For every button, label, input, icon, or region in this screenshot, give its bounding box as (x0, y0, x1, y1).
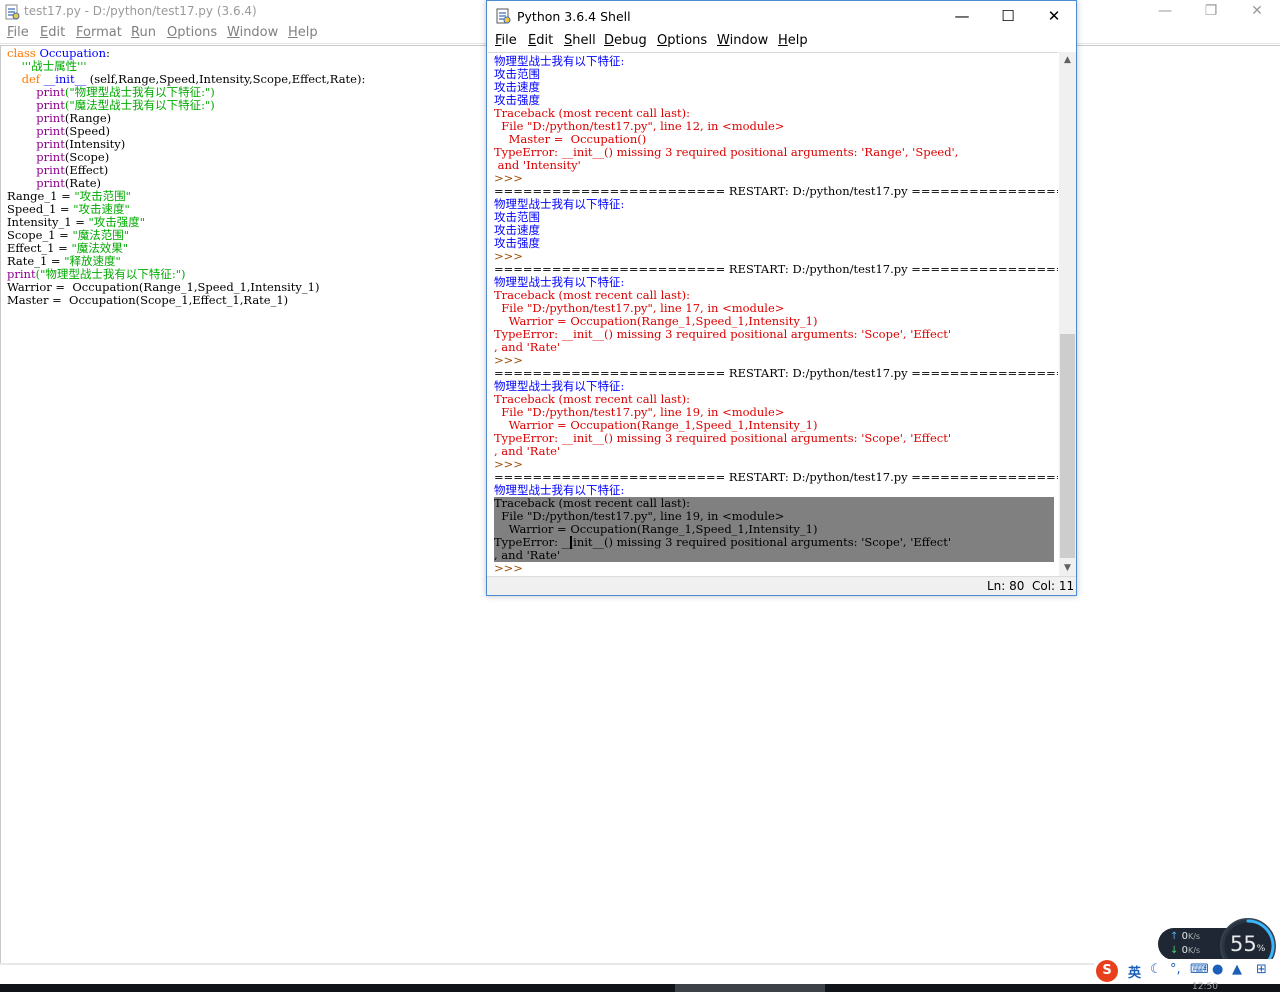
skin-shirt-icon[interactable]: ▲ (1232, 962, 1242, 977)
minimize-button[interactable]: — (939, 1, 985, 31)
keyboard-icon[interactable]: ⌨ (1190, 962, 1209, 977)
menu-shell[interactable]: Shell (564, 33, 596, 48)
menu-options[interactable]: Options (167, 25, 217, 40)
shell-output-line: TypeError: __init__() missing 3 required… (494, 327, 951, 341)
text-cursor (570, 536, 572, 549)
shell-title: Python 3.6.4 Shell (517, 9, 631, 24)
sogou-logo-icon[interactable]: S (1096, 960, 1118, 982)
menu-options[interactable]: Options (657, 33, 707, 48)
minimize-button[interactable]: — (1142, 0, 1188, 24)
shell-output-line: TypeError: __init__() missing 3 required… (494, 535, 951, 549)
scroll-down-icon[interactable]: ▼ (1059, 560, 1076, 576)
voice-icon[interactable]: ● (1212, 962, 1223, 977)
scrollbar-thumb[interactable] (1060, 334, 1075, 558)
ime-mode-label[interactable]: 英 (1128, 962, 1141, 981)
editor-title: test17.py - D:/python/test17.py (3.6.4) (24, 4, 257, 18)
network-speed-widget[interactable]: ↑ 0K/s ↓ 0K/s 55% (1158, 918, 1280, 974)
maximize-button[interactable]: ☐ (985, 1, 1031, 31)
column-number: Col: 11 (1032, 579, 1075, 593)
shell-vertical-scrollbar[interactable]: ▲ ▼ (1059, 52, 1076, 576)
menu-file[interactable]: File (495, 33, 517, 48)
menu-help[interactable]: Help (778, 33, 808, 48)
restore-button[interactable]: ❐ (1188, 0, 1234, 24)
menu-file[interactable]: File (7, 25, 29, 40)
toolbox-grid-icon[interactable]: ⊞ (1256, 962, 1267, 977)
shell-statusbar: Ln: 80 Col: 11 (487, 576, 1076, 595)
python-file-icon (5, 4, 20, 20)
upload-unit: K/s (1187, 932, 1201, 941)
code-line: Master = Occupation(Scope_1,Effect_1,Rat… (7, 293, 289, 307)
editor-horizontal-scrollbar[interactable] (0, 963, 1280, 965)
menu-help[interactable]: Help (288, 25, 318, 40)
close-button[interactable]: ✕ (1234, 0, 1280, 24)
menu-run[interactable]: Run (131, 25, 156, 40)
punctuation-icon[interactable]: °, (1170, 962, 1181, 977)
menu-format[interactable]: Format (76, 25, 122, 40)
ime-toolbar: S 英 ☾ °, ⌨ ● ▲ ⊞ (1094, 959, 1280, 983)
upload-speed: ↑ 0K/s (1170, 931, 1200, 942)
download-speed: ↓ 0K/s (1170, 945, 1200, 956)
half-width-moon-icon[interactable]: ☾ (1150, 962, 1162, 977)
taskbar-clock: 12:50 (1192, 982, 1218, 992)
taskbar-active-app[interactable] (675, 984, 825, 992)
menu-edit[interactable]: Edit (40, 25, 65, 40)
python-icon (496, 8, 511, 24)
line-number: Ln: 80 (987, 579, 1025, 593)
shell-window: Python 3.6.4 Shell — ☐ ✕ File Edit Shell De… (486, 0, 1077, 596)
close-button[interactable]: ✕ (1031, 1, 1077, 31)
shell-menubar: File Edit Shell Debug Options Window Help (487, 32, 1076, 52)
shell-titlebar[interactable]: Python 3.6.4 Shell — ☐ ✕ (487, 1, 1076, 31)
shell-output-line: TypeError: __init__() missing 3 required… (494, 431, 951, 445)
menu-window[interactable]: Window (717, 33, 768, 48)
shell-prompt: >>> (494, 561, 527, 575)
menu-edit[interactable]: Edit (528, 33, 553, 48)
menu-window[interactable]: Window (227, 25, 278, 40)
scroll-up-icon[interactable]: ▲ (1059, 52, 1076, 68)
menu-debug[interactable]: Debug (604, 33, 647, 48)
download-unit: K/s (1187, 946, 1201, 955)
download-arrow-icon: ↓ (1170, 945, 1179, 956)
upload-arrow-icon: ↑ (1170, 931, 1179, 942)
shell-output[interactable]: 物理型战士我有以下特征: 攻击范围 攻击速度 攻击强度 Traceback (most … (488, 52, 1058, 576)
cpu-percent: 55% (1230, 932, 1266, 956)
taskbar: 12:50 (0, 982, 1280, 992)
